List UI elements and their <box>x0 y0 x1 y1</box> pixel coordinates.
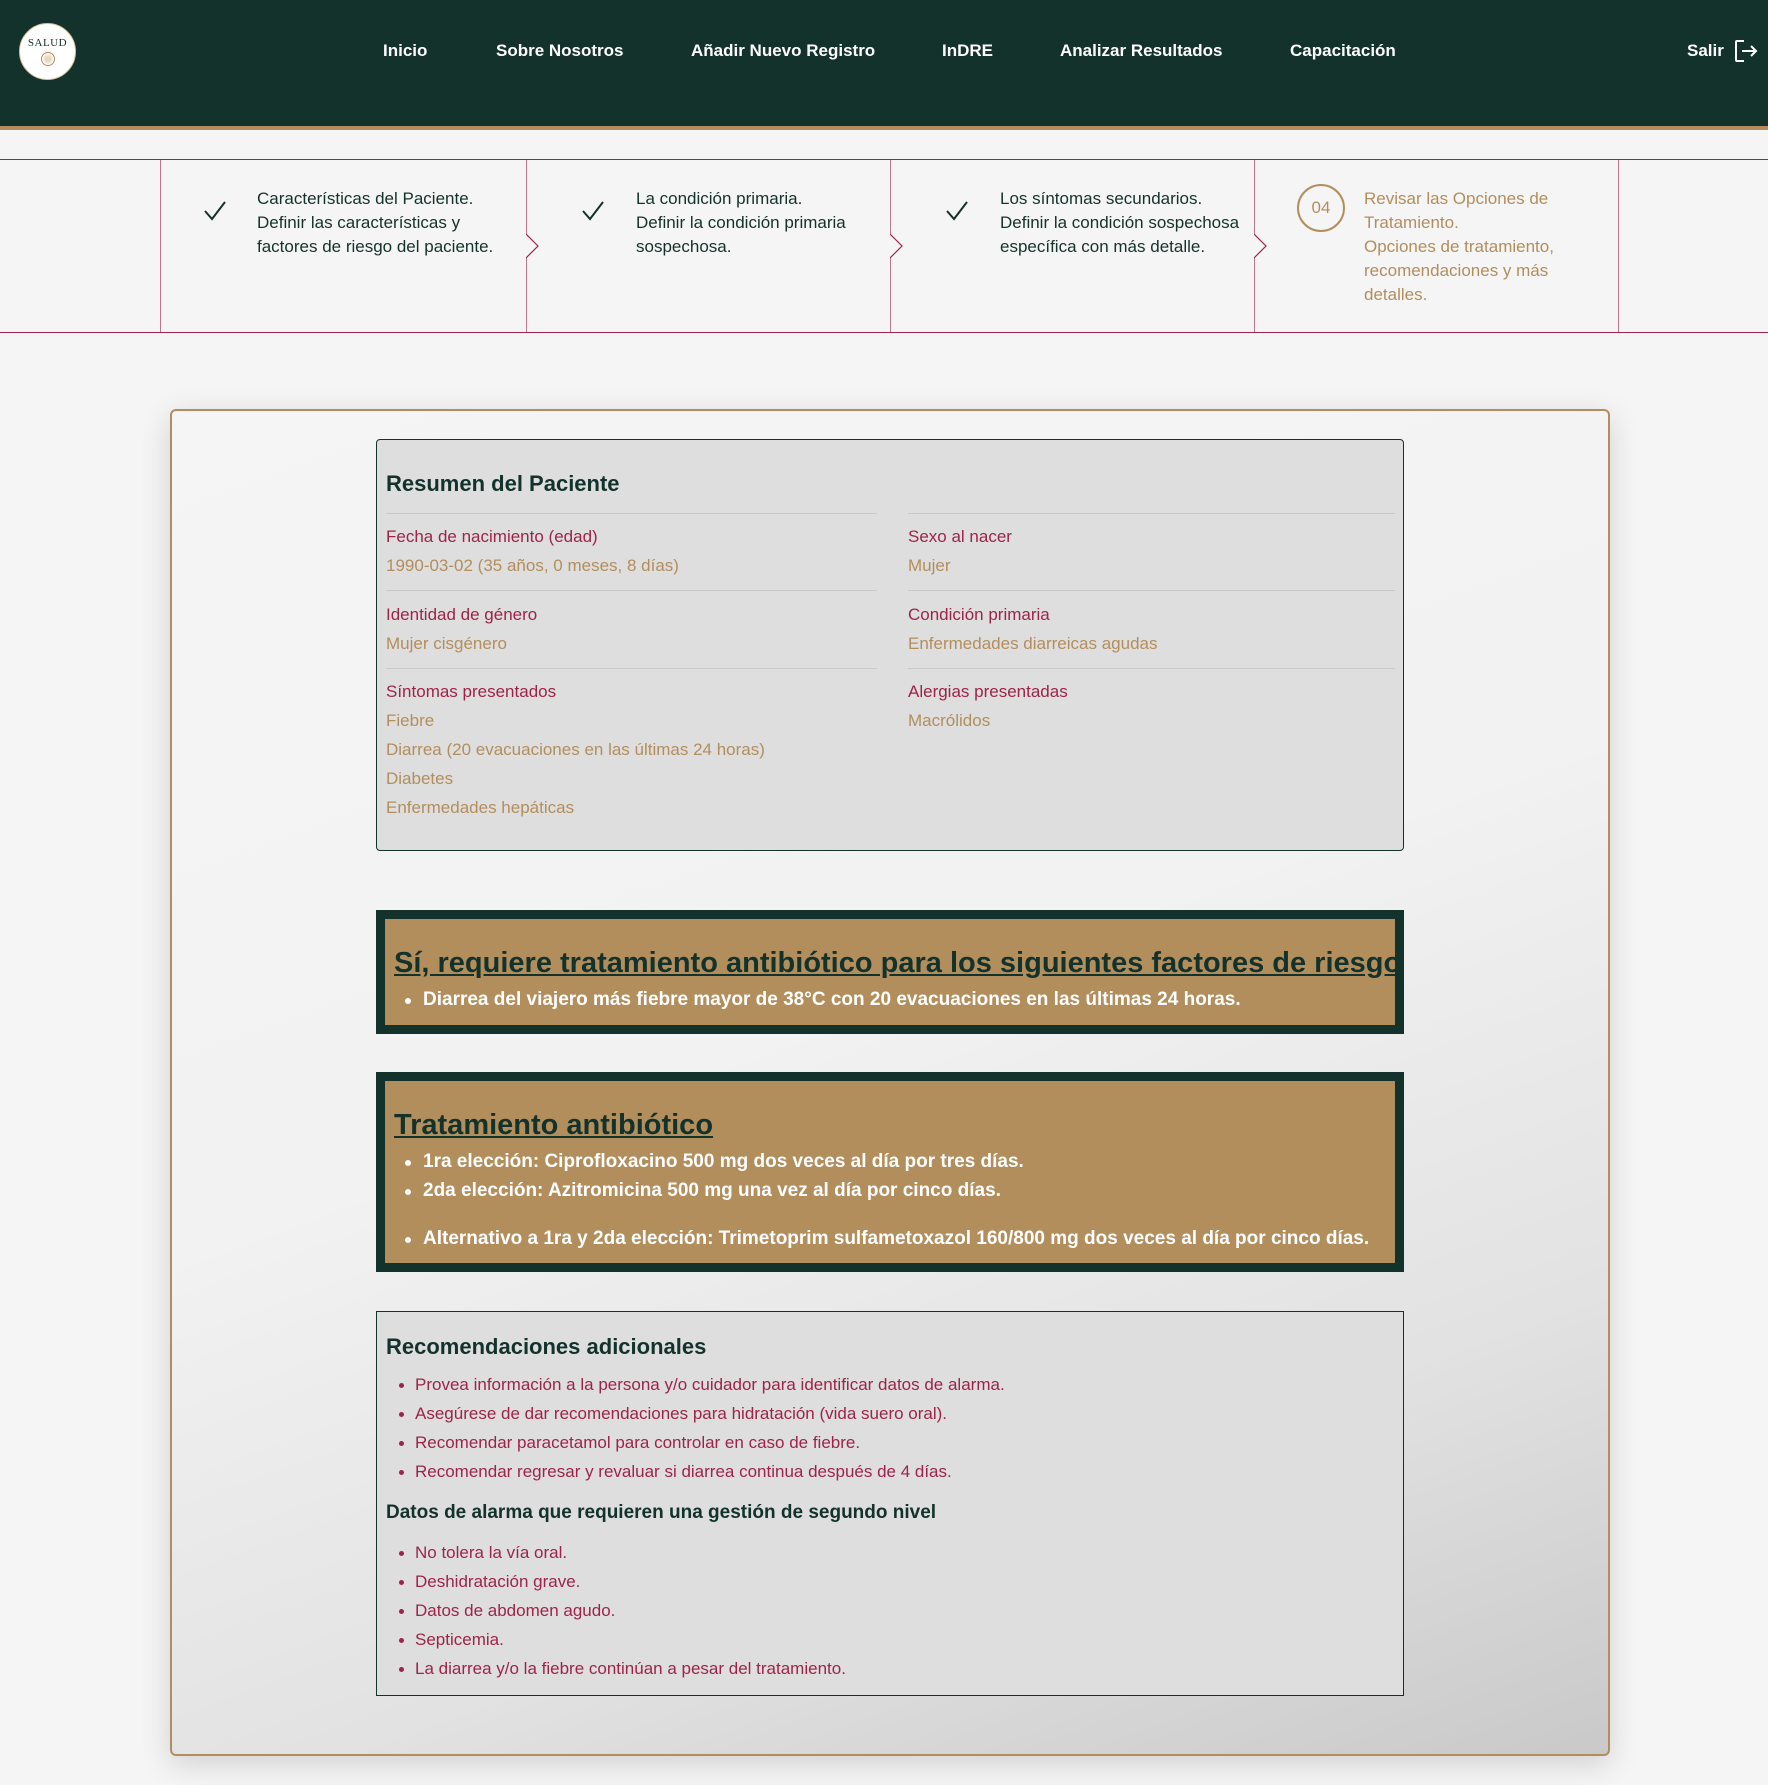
risk-item: Diarrea del viajero más fiebre mayor de … <box>405 989 1241 1010</box>
logo-text: SALUD <box>27 37 68 49</box>
allergy-item: Macrólidos <box>908 711 991 730</box>
summary-title: Resumen del Paciente <box>386 471 620 496</box>
step-divider <box>890 160 903 332</box>
divider <box>386 590 877 591</box>
treatment-item: 1ra elección: Ciprofloxacino 500 mg dos … <box>405 1151 1024 1172</box>
salud-logo[interactable]: SALUD <box>19 23 76 80</box>
recommendations-title: Recomendaciones adicionales <box>386 1334 707 1359</box>
condition-value: Enfermedades diarreicas agudas <box>908 634 1158 653</box>
logout-link[interactable]: Salir <box>1687 40 1724 62</box>
recommendation-item: Asegúrese de dar recomendaciones para hi… <box>398 1404 948 1423</box>
allergies-label: Alergias presentadas <box>908 682 1068 701</box>
nav-capacitacion[interactable]: Capacitación <box>1290 40 1396 62</box>
alarm-item: No tolera la vía oral. <box>398 1543 568 1562</box>
nav-analizar-resultados[interactable]: Analizar Resultados <box>1060 40 1223 62</box>
treatment-item: 2da elección: Azitromicina 500 mg una ve… <box>405 1180 1001 1201</box>
sex-value: Mujer <box>908 556 951 575</box>
patient-summary: Resumen del Paciente Fecha de nacimiento… <box>376 439 1404 851</box>
progress-stepper: Características del Paciente. Definir la… <box>0 159 1768 333</box>
step-number-badge: 04 <box>1297 184 1345 232</box>
step-divider <box>1254 160 1267 332</box>
alarm-item: Deshidratación grave. <box>398 1572 581 1591</box>
step-3-title: Los síntomas secundarios. <box>1000 189 1203 208</box>
nav-sobre-nosotros[interactable]: Sobre Nosotros <box>496 40 624 62</box>
symptom-item: Diabetes <box>386 769 454 788</box>
sex-label: Sexo al nacer <box>908 527 1012 546</box>
symptom-item: Diarrea (20 evacuaciones en las últimas … <box>386 740 765 759</box>
alarm-item: Septicemia. <box>399 1630 504 1649</box>
nav-inicio[interactable]: Inicio <box>383 40 427 62</box>
recommendation-item: Provea información a la persona y/o cuid… <box>399 1375 1005 1394</box>
alarm-item: Datos de abdomen agudo. <box>398 1601 616 1620</box>
birth-value: 1990-03-02 (35 años, 0 meses, 8 días) <box>386 556 679 575</box>
antibiotic-treatment-box: Tratamiento antibiótico 1ra elección: Ci… <box>376 1072 1404 1272</box>
divider <box>908 513 1395 514</box>
treatment-item: Alternativo a 1ra y 2da elección: Trimet… <box>404 1228 1370 1249</box>
symptoms-label: Síntomas presentados <box>386 682 557 701</box>
symptom-item: Enfermedades hepáticas <box>386 798 575 817</box>
condition-label: Condición primaria <box>908 605 1050 624</box>
risk-factors-box: Sí, requiere tratamiento antibiótico par… <box>376 910 1404 1034</box>
step-2-title: La condición primaria. <box>636 189 803 208</box>
step-4-desc: Opciones de tratamiento, recomendaciones… <box>1364 237 1554 304</box>
seal-icon <box>40 52 55 66</box>
step-divider <box>526 160 539 332</box>
risk-title: Sí, requiere tratamiento antibiótico par… <box>394 947 1402 979</box>
divider <box>386 668 877 669</box>
symptom-item: Fiebre <box>386 711 435 730</box>
divider <box>386 513 877 514</box>
recommendation-item: Recomendar regresar y revaluar si diarre… <box>399 1462 952 1481</box>
checkmark-icon <box>204 201 226 221</box>
top-navbar: SALUD Inicio Sobre Nosotros Añadir Nuevo… <box>0 0 1768 130</box>
checkmark-icon <box>946 201 968 221</box>
divider <box>908 590 1395 591</box>
nav-indre[interactable]: InDRE <box>942 40 993 62</box>
step-1-desc: Definir las características y factores d… <box>257 213 494 256</box>
alarm-item: La diarrea y/o la fiebre continúan a pes… <box>399 1659 846 1678</box>
step-divider <box>1618 160 1619 332</box>
gender-label: Identidad de género <box>386 605 538 624</box>
divider <box>908 668 1395 669</box>
nav-anadir-registro[interactable]: Añadir Nuevo Registro <box>691 40 875 62</box>
logout-icon[interactable] <box>1733 38 1759 64</box>
recommendations-box: Recomendaciones adicionales Provea infor… <box>376 1311 1404 1696</box>
step-1-title: Características del Paciente. <box>257 189 474 208</box>
alarms-title: Datos de alarma que requieren una gestió… <box>386 1502 937 1523</box>
recommendation-item: Recomendar paracetamol para controlar en… <box>398 1433 861 1452</box>
gender-value: Mujer cisgénero <box>386 634 507 653</box>
checkmark-icon <box>582 201 604 221</box>
step-3-desc: Definir la condición sospechosa específi… <box>1000 213 1240 256</box>
step-2-desc: Definir la condición primaria sospechosa… <box>636 213 846 256</box>
step-4-title: Revisar las Opciones de Tratamiento. <box>1364 189 1549 232</box>
birth-label: Fecha de nacimiento (edad) <box>386 527 598 546</box>
treatment-title: Tratamiento antibiótico <box>394 1109 714 1141</box>
step-divider <box>160 160 161 332</box>
